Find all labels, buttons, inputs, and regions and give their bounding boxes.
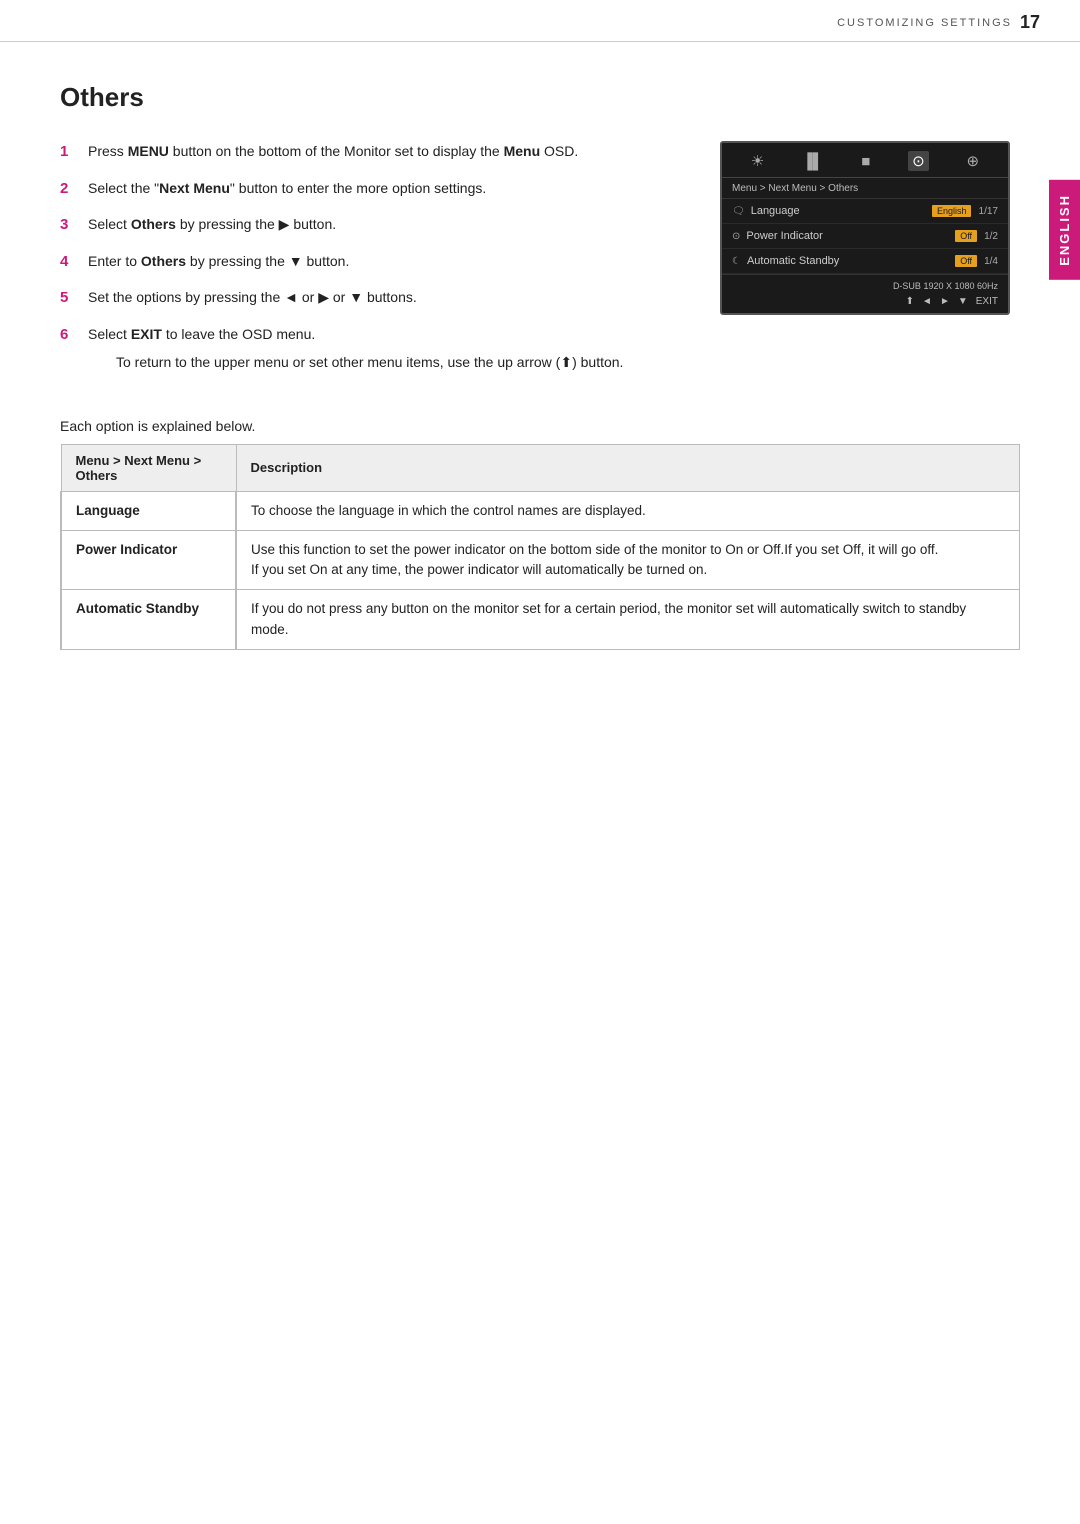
osd-standby-label: Automatic Standby xyxy=(747,255,839,267)
step-number-5: 5 xyxy=(60,287,76,310)
table-cell-standby-desc: If you do not press any button on the mo… xyxy=(236,590,1020,650)
table-cell-standby-menu: Automatic Standby xyxy=(61,590,236,650)
osd-row-power: ⊙ Power Indicator Off 1/2 xyxy=(722,224,1008,249)
osd-icon-brightness: ☀ xyxy=(751,152,764,170)
osd-row-language-left: 🗨 Language xyxy=(732,205,800,217)
table-cell-power-desc: Use this function to set the power indic… xyxy=(236,530,1020,590)
step-5: 5 Set the options by pressing the ◄ or ▶… xyxy=(60,287,680,310)
step-text-4: Enter to Others by pressing the ▼ button… xyxy=(88,251,349,274)
osd-standby-right: Off 1/4 xyxy=(955,255,998,267)
osd-icon-contrast: ▐▌ xyxy=(802,153,823,170)
table-row-power: Power Indicator Use this function to set… xyxy=(61,530,1020,590)
step-text-1: Press MENU button on the bottom of the M… xyxy=(88,141,578,164)
osd-icon-audio: ⊙ xyxy=(908,151,929,171)
step-number-2: 2 xyxy=(60,178,76,201)
step-1: 1 Press MENU button on the bottom of the… xyxy=(60,141,680,164)
step-list: 1 Press MENU button on the bottom of the… xyxy=(60,141,680,374)
two-col-layout: 1 Press MENU button on the bottom of the… xyxy=(60,141,1020,388)
osd-standby-count: 1/4 xyxy=(984,256,998,267)
osd-resolution: D-SUB 1920 X 1080 60Hz xyxy=(732,281,998,291)
table-header-description: Description xyxy=(236,444,1020,491)
osd-nav-down: ▼ xyxy=(958,296,968,307)
step-number-1: 1 xyxy=(60,141,76,164)
table-cell-language-menu: Language xyxy=(61,491,236,530)
osd-icons-row: ☀ ▐▌ ■ ⊙ ⊕ xyxy=(722,143,1008,178)
step-3: 3 Select Others by pressing the ▶ button… xyxy=(60,214,680,237)
osd-row-power-left: ⊙ Power Indicator xyxy=(732,230,823,242)
instructions-col: 1 Press MENU button on the bottom of the… xyxy=(60,141,680,388)
osd-power-icon: ⊙ xyxy=(732,231,740,242)
osd-language-right: English 1/17 xyxy=(932,205,998,217)
step-text-3: Select Others by pressing the ▶ button. xyxy=(88,214,336,237)
osd-icon-screen: ■ xyxy=(861,153,870,170)
table-cell-language-desc: To choose the language in which the cont… xyxy=(236,491,1020,530)
osd-language-label: Language xyxy=(751,205,800,217)
step-number-6: 6 xyxy=(60,324,76,374)
language-tab: ENGLISH xyxy=(1049,180,1080,280)
each-option-text: Each option is explained below. xyxy=(60,418,1020,434)
main-content: Others 1 Press MENU button on the bottom… xyxy=(0,42,1080,690)
osd-power-value: Off xyxy=(955,230,977,242)
osd-nav-up: ⬆ xyxy=(906,296,914,307)
step-4: 4 Enter to Others by pressing the ▼ butt… xyxy=(60,251,680,274)
osd-language-icon: 🗨 xyxy=(732,206,745,217)
osd-nav-exit: EXIT xyxy=(976,296,998,307)
osd-screen-col: ☀ ▐▌ ■ ⊙ ⊕ Menu > Next Menu > Others 🗨 L… xyxy=(720,141,1020,388)
step-6: 6 Select EXIT to leave the OSD menu. To … xyxy=(60,324,680,374)
osd-screen: ☀ ▐▌ ■ ⊙ ⊕ Menu > Next Menu > Others 🗨 L… xyxy=(720,141,1010,315)
settings-table: Menu > Next Menu > Others Description La… xyxy=(60,444,1020,650)
osd-power-count: 1/2 xyxy=(984,231,998,242)
osd-footer: D-SUB 1920 X 1080 60Hz ⬆ ◄ ► ▼ EXIT xyxy=(722,274,1008,313)
step-number-4: 4 xyxy=(60,251,76,274)
table-row-language: Language To choose the language in which… xyxy=(61,491,1020,530)
step-text-5: Set the options by pressing the ◄ or ▶ o… xyxy=(88,287,417,310)
osd-nav-left: ◄ xyxy=(922,296,932,307)
step-number-3: 3 xyxy=(60,214,76,237)
page-number: 17 xyxy=(1020,12,1040,33)
osd-standby-value: Off xyxy=(955,255,977,267)
osd-power-right: Off 1/2 xyxy=(955,230,998,242)
osd-breadcrumb: Menu > Next Menu > Others xyxy=(722,178,1008,199)
osd-row-language: 🗨 Language English 1/17 xyxy=(722,199,1008,224)
page-title: Others xyxy=(60,82,1020,113)
step-6-sub: To return to the upper menu or set other… xyxy=(116,352,623,374)
osd-nav-right: ► xyxy=(940,296,950,307)
table-header-menu: Menu > Next Menu > Others xyxy=(61,444,236,491)
step-text-6: Select EXIT to leave the OSD menu. xyxy=(88,326,315,342)
section-label: CUSTOMIZING SETTINGS xyxy=(837,17,1012,29)
osd-language-count: 1/17 xyxy=(979,206,998,217)
table-row-standby: Automatic Standby If you do not press an… xyxy=(61,590,1020,650)
table-cell-power-menu: Power Indicator xyxy=(61,530,236,590)
osd-language-value: English xyxy=(932,205,972,217)
osd-icon-settings: ⊕ xyxy=(967,152,980,170)
step-2: 2 Select the "Next Menu" button to enter… xyxy=(60,178,680,201)
osd-power-label: Power Indicator xyxy=(746,230,822,242)
osd-row-standby-left: ☾ Automatic Standby xyxy=(732,255,839,267)
osd-row-standby: ☾ Automatic Standby Off 1/4 xyxy=(722,249,1008,274)
step-text-2: Select the "Next Menu" button to enter t… xyxy=(88,178,486,201)
osd-nav-buttons: ⬆ ◄ ► ▼ EXIT xyxy=(732,294,998,307)
page-header: CUSTOMIZING SETTINGS 17 xyxy=(0,0,1080,42)
osd-standby-icon: ☾ xyxy=(732,256,741,267)
